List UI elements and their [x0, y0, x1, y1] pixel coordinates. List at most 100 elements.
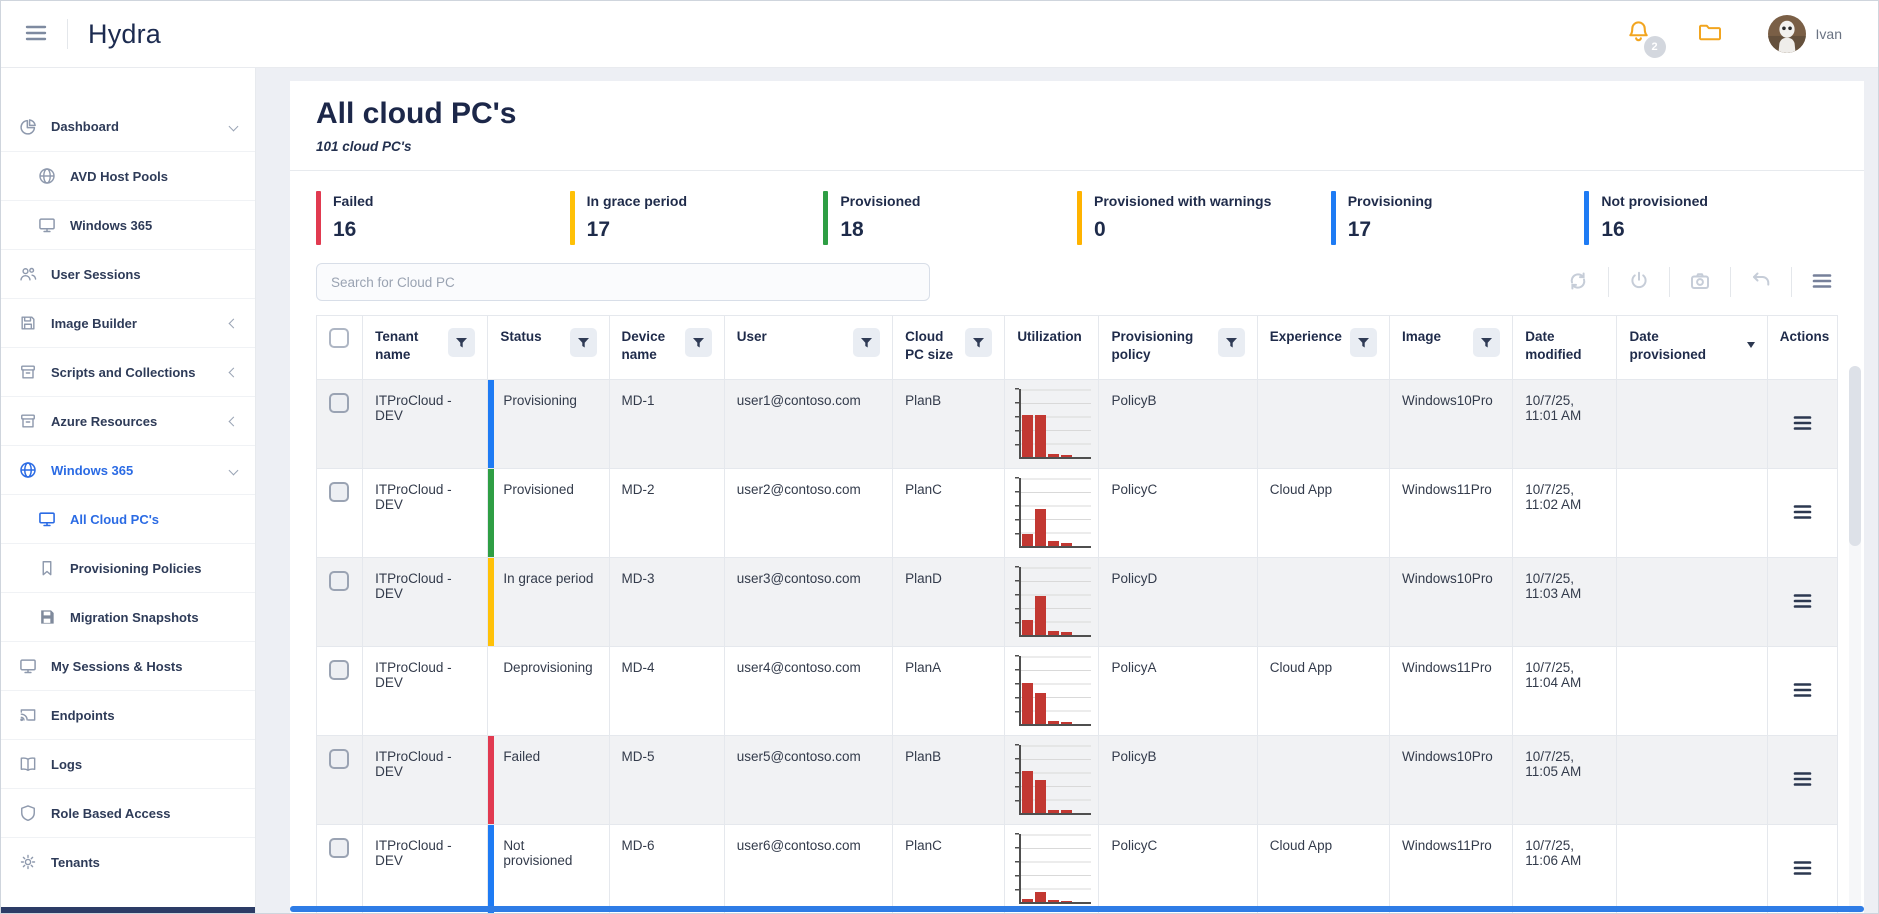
filter-button-cloud-pc-size[interactable] — [965, 328, 992, 357]
refresh-button[interactable] — [1562, 265, 1594, 300]
main-area: All cloud PC's 101 cloud PC's Failed 16 … — [256, 68, 1878, 913]
pie-chart-icon — [18, 117, 38, 137]
filter-button-experience[interactable] — [1350, 328, 1377, 357]
sidebar-item-scripts-and-collections[interactable]: Scripts and Collections — [1, 347, 255, 396]
row-actions-button[interactable] — [1789, 856, 1816, 883]
notifications-button[interactable]: 2 — [1625, 18, 1652, 50]
sidebar-item-image-builder[interactable]: Image Builder — [1, 298, 255, 347]
status-color-bar — [1584, 191, 1589, 245]
summary-label: Failed — [333, 191, 373, 209]
sidebar-item-windows-365-group[interactable]: Windows 365 — [1, 445, 255, 494]
sidebar-item-endpoints[interactable]: Endpoints — [1, 690, 255, 739]
vertical-scrollbar[interactable] — [1849, 366, 1861, 913]
sidebar-item-avd-host-pools[interactable]: AVD Host Pools — [1, 151, 255, 200]
filter-button-status[interactable] — [570, 328, 597, 357]
utilization-chart — [1019, 834, 1091, 904]
select-all-checkbox[interactable] — [329, 328, 349, 348]
files-button[interactable] — [1696, 19, 1724, 50]
summary-label: Provisioned with warnings — [1094, 191, 1271, 209]
sidebar-item-tenants[interactable]: Tenants — [1, 837, 255, 886]
cell-date-modified: 10/7/25, 11:02 AM — [1513, 469, 1617, 558]
table-row: ITProCloud - DEV Not provisioned MD-6 us… — [317, 825, 1838, 914]
summary-value: 17 — [1348, 218, 1433, 242]
avatar — [1768, 15, 1806, 53]
cell-image: Windows10Pro — [1390, 736, 1513, 825]
table-row: ITProCloud - DEV Failed MD-5 user5@conto… — [317, 736, 1838, 825]
undo-button[interactable] — [1745, 265, 1777, 300]
row-actions-button[interactable] — [1789, 589, 1816, 616]
filter-button-tenant-name[interactable] — [448, 328, 475, 357]
sidebar-item-role-based-access[interactable]: Role Based Access — [1, 788, 255, 837]
sidebar-item-all-cloud-pcs[interactable]: All Cloud PC's — [1, 494, 255, 543]
notification-count-badge: 2 — [1644, 36, 1666, 58]
sidebar-item-label: Scripts and Collections — [51, 365, 195, 380]
column-header-date-provisioned: Date provisioned — [1629, 328, 1738, 364]
status-color-bar — [570, 191, 575, 245]
row-menu-icon — [1793, 771, 1812, 787]
cell-experience — [1257, 736, 1389, 825]
sidebar-item-user-sessions[interactable]: User Sessions — [1, 249, 255, 298]
chevron-left-icon — [229, 416, 239, 426]
toolbar-divider — [1608, 267, 1609, 297]
summary-value: 18 — [840, 218, 920, 242]
row-actions-button[interactable] — [1789, 678, 1816, 705]
sidebar-item-dashboard[interactable]: Dashboard — [1, 102, 255, 151]
filter-button-provisioning-policy[interactable] — [1218, 328, 1245, 357]
sidebar: Dashboard AVD Host Pools Windows 365 Use… — [1, 68, 256, 913]
snapshot-button[interactable] — [1684, 265, 1716, 300]
search-input[interactable] — [316, 263, 930, 301]
users-icon — [18, 264, 38, 284]
filter-button-image[interactable] — [1473, 328, 1500, 357]
horizontal-scrollbar-thumb[interactable] — [290, 906, 1864, 912]
filter-button-user[interactable] — [853, 328, 880, 357]
toolbar-divider — [1730, 267, 1731, 297]
summary-card-in-grace-period[interactable]: In grace period 17 — [570, 191, 824, 245]
sidebar-item-windows-365[interactable]: Windows 365 — [1, 200, 255, 249]
cell-user: user1@contoso.com — [724, 380, 892, 469]
user-name: Ivan — [1816, 26, 1842, 42]
columns-menu-button[interactable] — [1806, 265, 1838, 300]
power-button[interactable] — [1623, 265, 1655, 300]
row-checkbox[interactable] — [329, 482, 349, 502]
cell-device: MD-5 — [609, 736, 724, 825]
floppy-solid-icon — [37, 607, 57, 627]
column-header-provisioning-policy: Provisioning policy — [1111, 328, 1209, 364]
row-checkbox[interactable] — [329, 571, 349, 591]
sidebar-item-provisioning-policies[interactable]: Provisioning Policies — [1, 543, 255, 592]
cell-status: Failed — [488, 736, 609, 825]
row-checkbox[interactable] — [329, 749, 349, 769]
summary-card-not-provisioned[interactable]: Not provisioned 16 — [1584, 191, 1838, 245]
row-actions-button[interactable] — [1789, 767, 1816, 794]
cell-policy: PolicyB — [1099, 380, 1257, 469]
row-menu-icon — [1793, 860, 1812, 876]
summary-value: 16 — [1601, 218, 1708, 242]
cell-image: Windows11Pro — [1390, 647, 1513, 736]
cell-user: user4@contoso.com — [724, 647, 892, 736]
row-checkbox[interactable] — [329, 660, 349, 680]
cast-icon — [18, 705, 38, 725]
sidebar-toggle-button[interactable] — [19, 18, 53, 51]
sidebar-item-label: Windows 365 — [51, 463, 133, 478]
sidebar-item-my-sessions-hosts[interactable]: My Sessions & Hosts — [1, 641, 255, 690]
sidebar-item-label: Logs — [51, 757, 82, 772]
cell-date-modified: 10/7/25, 11:06 AM — [1513, 825, 1617, 914]
archive-icon — [18, 411, 38, 431]
sidebar-item-logs[interactable]: Logs — [1, 739, 255, 788]
user-menu[interactable]: Ivan — [1768, 15, 1842, 53]
summary-card-provisioning[interactable]: Provisioning 17 — [1331, 191, 1585, 245]
row-checkbox[interactable] — [329, 393, 349, 413]
search-toolbar-row — [316, 263, 1838, 301]
summary-card-failed[interactable]: Failed 16 — [316, 191, 570, 245]
sidebar-item-migration-snapshots[interactable]: Migration Snapshots — [1, 592, 255, 641]
summary-card-provisioned-with-warnings[interactable]: Provisioned with warnings 0 — [1077, 191, 1331, 245]
sort-desc-icon[interactable] — [1747, 342, 1755, 348]
sidebar-item-azure-resources[interactable]: Azure Resources — [1, 396, 255, 445]
cell-size: PlanA — [893, 647, 1005, 736]
summary-card-provisioned[interactable]: Provisioned 18 — [823, 191, 1077, 245]
filter-button-device-name[interactable] — [685, 328, 712, 357]
row-actions-button[interactable] — [1789, 500, 1816, 527]
cell-date-provisioned — [1617, 380, 1767, 469]
row-actions-button[interactable] — [1789, 411, 1816, 438]
row-checkbox[interactable] — [329, 838, 349, 858]
vertical-scrollbar-thumb[interactable] — [1849, 366, 1861, 546]
